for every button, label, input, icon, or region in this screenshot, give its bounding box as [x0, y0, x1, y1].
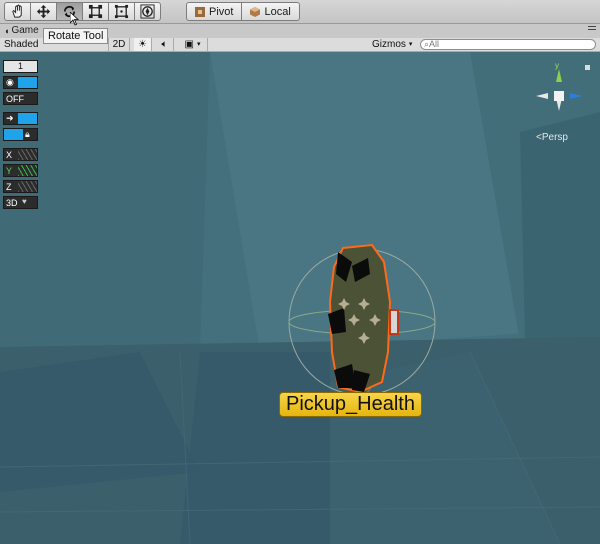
unity-editor: Pivot Local Rotate Tool ◖ Game Shaded 2D…	[0, 0, 600, 544]
shading-mode-dropdown[interactable]: Shaded	[4, 38, 38, 51]
mouse-cursor-icon	[70, 12, 79, 26]
persp-toggle[interactable]: <Persp	[536, 132, 568, 143]
tab-menu-icon[interactable]	[588, 26, 596, 34]
scale-icon	[88, 4, 103, 19]
layer-field[interactable]: 1	[3, 60, 38, 73]
gizmo-y-label: y	[555, 62, 559, 70]
effects-dropdown[interactable]: ▣ ▾	[178, 38, 208, 51]
game-tab-icon: ◖	[4, 25, 10, 36]
scene-background	[0, 52, 600, 544]
main-toolbar: Pivot Local	[0, 0, 600, 24]
layer-value: 1	[4, 61, 37, 72]
audio-toggle-button[interactable]: 🔈︎	[156, 38, 174, 51]
sun-icon: ☀	[138, 39, 147, 50]
3d-label: 3D	[6, 197, 18, 208]
speaker-icon: 🔈︎	[161, 39, 168, 50]
local-button[interactable]: Local	[241, 2, 300, 21]
orientation-gizmo[interactable]: y	[530, 62, 590, 142]
2d-label: 2D	[112, 39, 126, 50]
hand-tool-button[interactable]	[4, 2, 31, 21]
pivot-button[interactable]: Pivot	[186, 2, 243, 21]
grid-icon	[18, 181, 37, 192]
z-axis-toggle[interactable]: Z	[3, 180, 38, 193]
tab-game-label: Game	[11, 25, 39, 36]
rect-icon	[114, 4, 129, 19]
scene-search-input[interactable]: ⌕All	[420, 39, 596, 50]
grid-icon	[18, 165, 37, 176]
arrow-toggle[interactable]: ➜	[3, 112, 38, 125]
scene-tools-panel: 1 ◉ OFF ➜ 🔒︎ X Y Z 3D ♥	[3, 60, 38, 212]
x-axis-toggle[interactable]: X	[3, 148, 38, 161]
lighting-toggle-button[interactable]: ☀	[134, 38, 152, 51]
gizmo-z-axis-icon	[570, 93, 582, 99]
local-icon	[250, 6, 261, 17]
eye-icon: ◉	[6, 77, 14, 87]
heart-icon: ♥	[22, 197, 27, 206]
chevron-down-icon: ▾	[196, 41, 201, 48]
hand-icon	[12, 4, 22, 18]
scene-viewport[interactable]: 1 ◉ OFF ➜ 🔒︎ X Y Z 3D ♥ y <Persp Pickup_…	[0, 52, 600, 544]
image-icon: ▣	[184, 39, 194, 50]
pivot-group: Pivot Local	[186, 2, 300, 21]
pivot-icon	[195, 6, 205, 17]
off-label: OFF	[6, 93, 24, 104]
transform-icon	[140, 4, 155, 19]
gizmo-lock-icon	[585, 65, 590, 70]
z-label: Z	[6, 181, 12, 192]
transform-tool-button[interactable]	[134, 2, 161, 21]
y-label: Y	[6, 165, 13, 176]
y-axis-toggle[interactable]: Y	[3, 164, 38, 177]
visibility-toggle[interactable]: ◉	[3, 76, 38, 89]
grid-icon	[18, 149, 37, 160]
move-tool-button[interactable]	[30, 2, 57, 21]
chevron-down-icon: ▾	[408, 41, 413, 48]
arrow-right-icon: ➜	[6, 113, 14, 123]
tab-game[interactable]: ◖ Game	[4, 25, 39, 36]
lock-icon: 🔒︎	[25, 129, 30, 139]
gizmos-label: Gizmos	[372, 39, 406, 50]
transform-tools-group	[4, 2, 161, 21]
rotate-tool-tooltip: Rotate Tool	[43, 28, 109, 44]
rect-tool-button[interactable]	[108, 2, 135, 21]
x-label: X	[6, 149, 13, 160]
object-name-label: Pickup_Health	[279, 392, 422, 417]
gizmo-y-axis-icon	[556, 69, 562, 82]
3d-toggle[interactable]: 3D ♥	[3, 196, 38, 209]
gizmos-dropdown[interactable]: Gizmos ▾	[372, 38, 412, 51]
pivot-label: Pivot	[209, 5, 234, 18]
move-icon	[36, 4, 51, 19]
local-label: Local	[264, 5, 291, 18]
persp-label: Persp	[541, 132, 568, 143]
2d-toggle-button[interactable]: 2D	[108, 38, 130, 51]
lock-toggle[interactable]: 🔒︎	[3, 128, 38, 141]
search-placeholder: All	[429, 39, 440, 49]
shading-mode-label: Shaded	[4, 39, 39, 50]
scale-tool-button[interactable]	[82, 2, 109, 21]
off-toggle[interactable]: OFF	[3, 92, 38, 105]
